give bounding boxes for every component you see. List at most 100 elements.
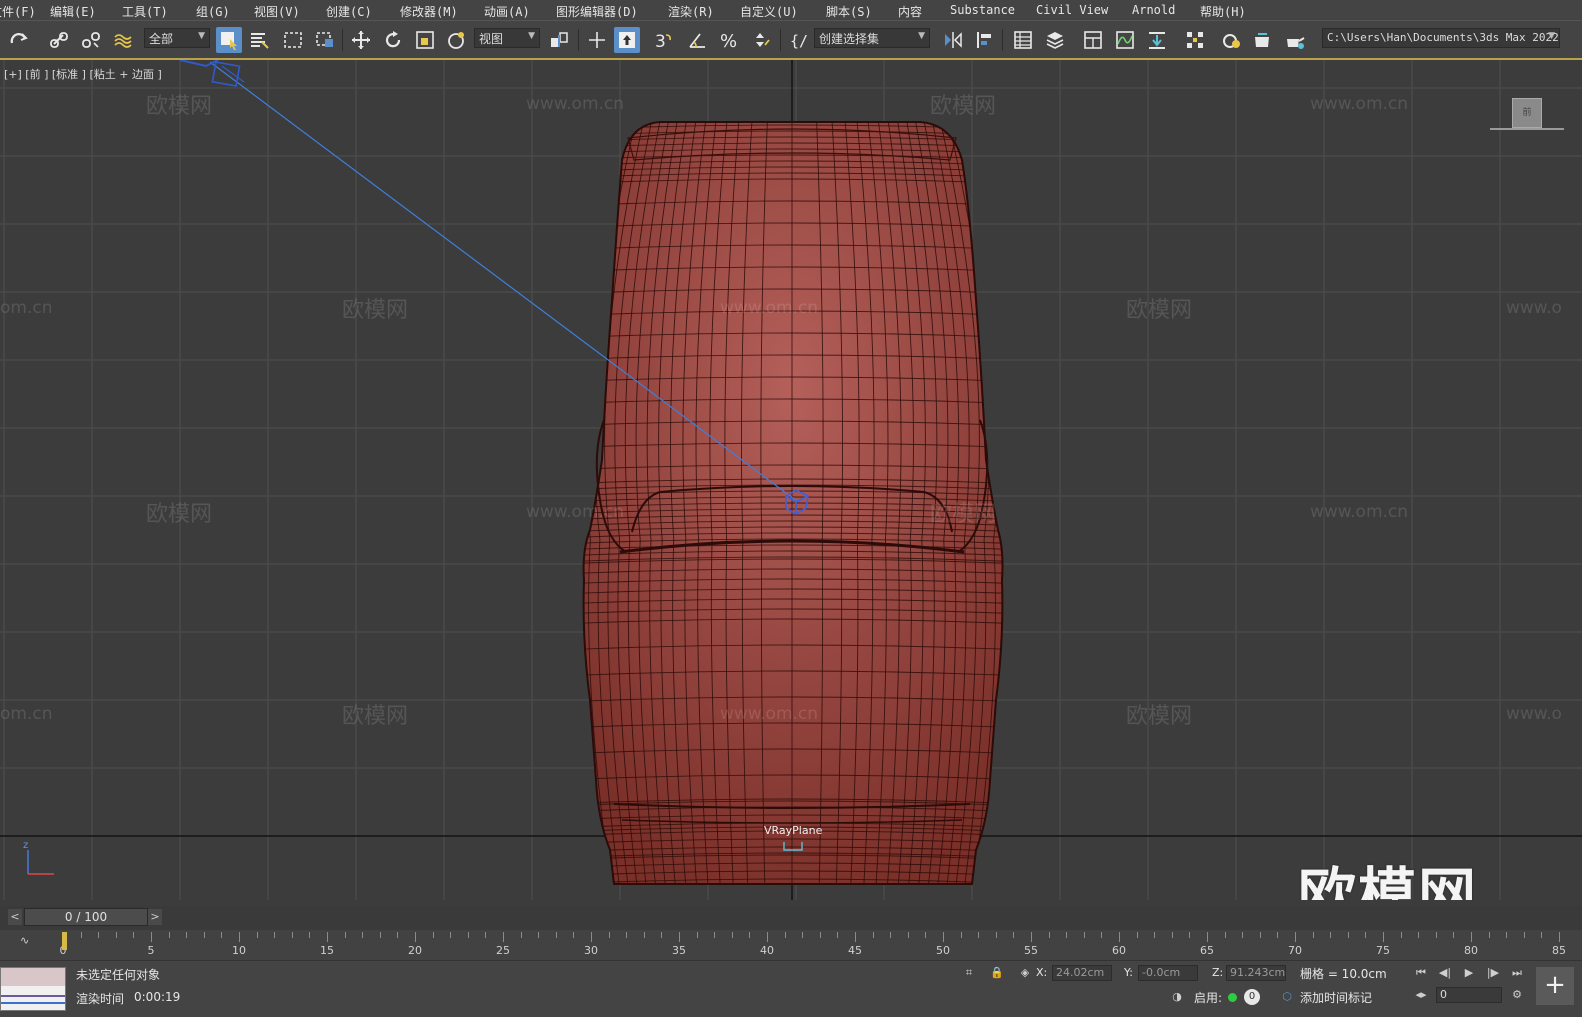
time-config-icon[interactable]: ⚙ [1508, 987, 1526, 1003]
time-slider-thumb[interactable]: 0 / 100 [24, 908, 148, 926]
y-label: Y: [1124, 966, 1133, 979]
scene-explorer-icon[interactable] [1010, 27, 1036, 53]
frame-tick [1083, 932, 1085, 938]
watermark-text: 欧模网 [342, 298, 409, 323]
watermark-url: om.cn [0, 704, 53, 724]
set-key-button[interactable]: + [1536, 967, 1574, 1005]
watermark-url: www.o [1506, 704, 1562, 724]
menu-item[interactable]: 组(G) [196, 3, 230, 20]
go-to-end-icon[interactable]: ⏭ [1508, 965, 1526, 981]
y-coord-field[interactable]: -0.0cm [1138, 965, 1198, 981]
menu-item[interactable]: 工具(T) [122, 3, 168, 20]
select-by-name-icon[interactable] [246, 27, 272, 53]
bind-spacewarp-icon[interactable] [110, 27, 136, 53]
menu-item[interactable]: Substance [950, 3, 1015, 17]
selection-lock-icon[interactable]: 🔒 [988, 965, 1006, 981]
key-mode-icon[interactable]: ◂▸ [1412, 987, 1430, 1003]
frame-tick [1365, 932, 1367, 938]
prev-frame-arrow[interactable]: < [8, 909, 22, 925]
menu-item[interactable]: 文件(F) [0, 3, 36, 20]
window-crossing-icon[interactable] [312, 27, 338, 53]
angle-snap-icon[interactable] [684, 27, 710, 53]
rect-selection-icon[interactable] [280, 27, 306, 53]
maxscript-listener-thumb[interactable] [0, 967, 66, 1011]
snap-3d-icon[interactable]: 3 [650, 27, 676, 53]
unlink-icon[interactable] [78, 27, 104, 53]
menu-item[interactable]: 修改器(M) [400, 3, 458, 20]
frame-tick [1207, 932, 1208, 942]
time-slider[interactable]: < 0 / 100 > [0, 906, 1582, 930]
menu-item[interactable]: 渲染(R) [668, 3, 714, 20]
redo-icon[interactable] [6, 27, 32, 53]
menu-item[interactable]: Arnold [1132, 3, 1175, 17]
time-tag-icon[interactable]: ⬡ [1278, 989, 1296, 1005]
menu-item[interactable]: 脚本(S) [826, 3, 872, 20]
mirror-icon[interactable] [940, 27, 966, 53]
menu-item[interactable]: 帮助(H) [1200, 3, 1246, 20]
absolute-mode-icon[interactable]: ◈ [1016, 965, 1034, 981]
frame-tick [1136, 932, 1138, 938]
rotate-icon[interactable] [380, 27, 406, 53]
move-icon[interactable] [348, 27, 374, 53]
select-object-icon[interactable] [216, 27, 242, 53]
next-frame-arrow[interactable]: > [148, 909, 162, 925]
previous-frame-icon[interactable]: ◀| [1436, 965, 1454, 981]
schematic-view-icon[interactable] [1144, 27, 1170, 53]
go-to-start-icon[interactable]: ⏮ [1412, 965, 1430, 981]
watermark-url: www.om.cn [720, 298, 819, 318]
track-bar[interactable]: ∿ 0 5 10 15 20 25 30 35 40 45 50 55 60 65 70 75 80 85 [0, 930, 1582, 960]
frame-tick [1330, 932, 1332, 938]
x-coord-field[interactable]: 24.02cm [1052, 965, 1112, 981]
viewcube-compass[interactable] [1490, 128, 1564, 130]
percent-snap-icon[interactable]: % [716, 27, 742, 53]
render-production-icon[interactable] [1282, 27, 1308, 53]
named-selection-dropdown[interactable]: 创建选择集 ▼ [814, 28, 930, 48]
frame-tick [151, 932, 152, 942]
project-path-dropdown[interactable]: C:\Users\Han\Documents\3ds Max 2022 ▼ [1322, 28, 1560, 48]
menu-item[interactable]: 视图(V) [254, 3, 300, 20]
ref-coord-dropdown[interactable]: 视图 ▼ [474, 28, 540, 48]
place-icon[interactable] [444, 27, 470, 53]
front-viewport[interactable]: [+] [前 ] [标准 ] [粘土 + 边面 ] VRayPlane z 前 … [0, 58, 1582, 900]
keyboard-shortcut-override-icon[interactable] [614, 27, 640, 53]
curve-editor-icon[interactable] [1112, 27, 1138, 53]
current-frame-field[interactable]: 0 [1436, 987, 1502, 1003]
enable-count[interactable]: 0 [1244, 989, 1260, 1005]
isolate-selection-icon[interactable]: ⌗ [960, 965, 978, 981]
current-frame-marker[interactable] [62, 932, 67, 950]
selection-filter-dropdown[interactable]: 全部 ▼ [144, 28, 210, 48]
frame-tick [1189, 932, 1191, 938]
curve-editor-mini-icon[interactable]: ∿ [20, 934, 36, 950]
next-frame-icon[interactable]: |▶ [1484, 965, 1502, 981]
menu-item[interactable]: 创建(C) [326, 3, 372, 20]
spinner-snap-icon[interactable] [748, 27, 774, 53]
link-icon[interactable] [46, 27, 72, 53]
frame-tick [168, 932, 170, 938]
rendered-frame-window-icon[interactable] [1250, 27, 1276, 53]
menu-item[interactable]: Civil View [1036, 3, 1108, 17]
menu-item[interactable]: 自定义(U) [740, 3, 798, 20]
frame-tick [1013, 932, 1015, 938]
menu-item[interactable]: 内容 [898, 3, 922, 20]
viewcube[interactable]: 前 [1512, 98, 1542, 128]
viewport-label[interactable]: [+] [前 ] [标准 ] [粘土 + 边面 ] [4, 66, 162, 82]
scale-icon[interactable] [412, 27, 438, 53]
toggle-ribbon-icon[interactable] [1080, 27, 1106, 53]
frame-tick [1418, 932, 1420, 938]
svg-text:{/: {/ [790, 32, 808, 50]
layer-explorer-icon[interactable] [1042, 27, 1068, 53]
z-coord-field[interactable]: 91.243cm [1226, 965, 1286, 981]
edit-named-selection-icon[interactable]: {/ [786, 27, 812, 53]
menu-item[interactable]: 编辑(E) [50, 3, 96, 20]
menu-item[interactable]: 图形编辑器(D) [556, 3, 638, 20]
add-time-tag-button[interactable]: 添加时间标记 [1300, 989, 1372, 1006]
material-editor-icon[interactable] [1182, 27, 1208, 53]
pivot-center-icon[interactable] [546, 27, 572, 53]
watermark-text: 欧模网 [146, 94, 213, 119]
select-manipulate-icon[interactable] [584, 27, 610, 53]
adaptive-degradation-icon[interactable]: ◑ [1168, 989, 1186, 1005]
align-icon[interactable] [972, 27, 998, 53]
menu-item[interactable]: 动画(A) [484, 3, 530, 20]
play-icon[interactable]: ▶ [1460, 965, 1478, 981]
render-setup-icon[interactable] [1218, 27, 1244, 53]
